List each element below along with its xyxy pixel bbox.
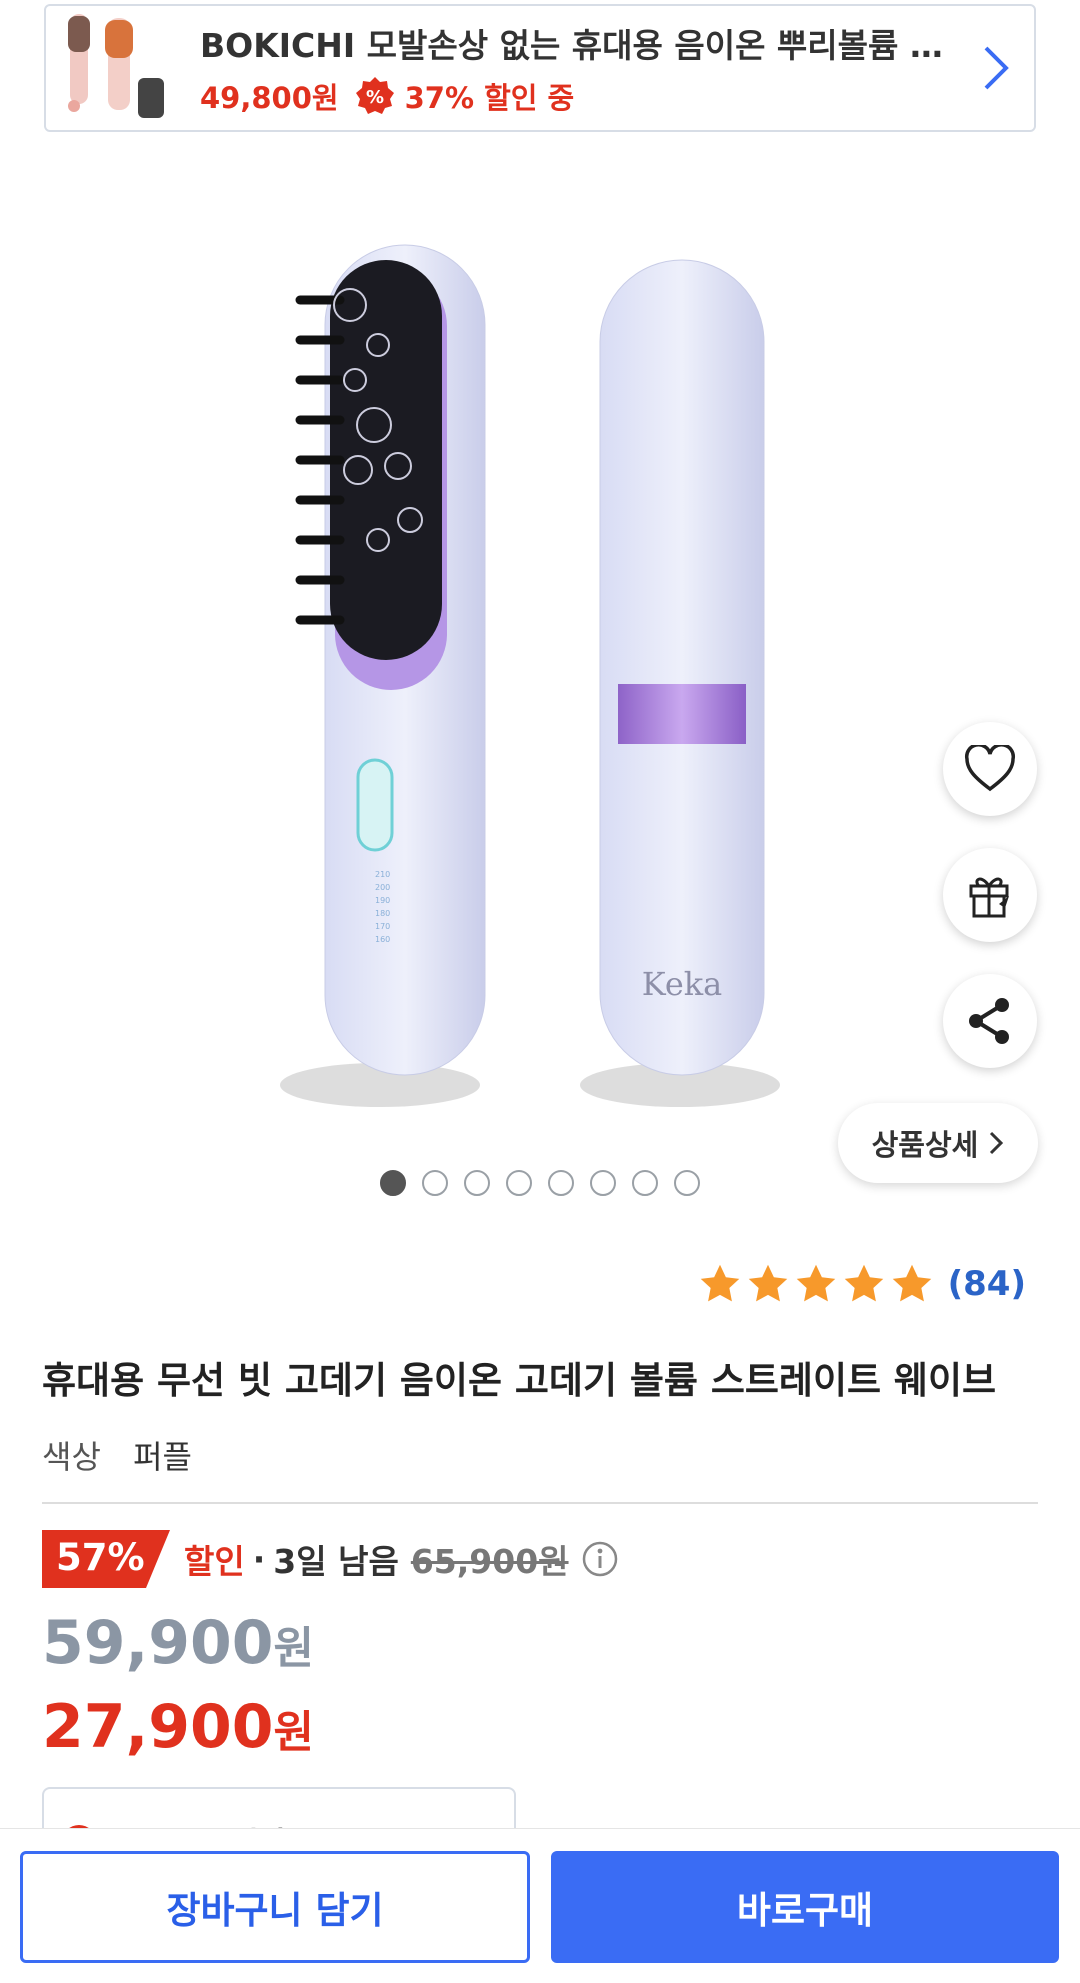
gallery-dot[interactable] (380, 1170, 406, 1196)
separator: · (252, 1539, 266, 1579)
gallery-dot[interactable] (548, 1170, 574, 1196)
gallery-dot[interactable] (422, 1170, 448, 1196)
product-detail-button[interactable]: 상품상세 (838, 1103, 1038, 1183)
list-price: 59,900원 (42, 1608, 314, 1678)
star-icon (700, 1264, 739, 1302)
promo-thumbnail (56, 8, 176, 128)
promo-price: 49,800원 (200, 81, 339, 115)
star-icon (892, 1264, 931, 1302)
gallery-pagination (380, 1170, 700, 1196)
svg-text:%: % (366, 87, 384, 108)
option-label: 색상 (42, 1438, 101, 1476)
temp-label: 210 (375, 870, 390, 879)
discount-label: 할인 (184, 1542, 245, 1581)
gallery-dot[interactable] (590, 1170, 616, 1196)
list-price-number: 59,900 (42, 1608, 274, 1678)
heart-icon (964, 745, 1016, 792)
percent-badge-icon: % (355, 77, 394, 114)
temp-label: 180 (375, 909, 390, 918)
gift-button[interactable] (943, 848, 1037, 942)
promo-discount: 37% 할인 중 (404, 81, 575, 115)
review-count[interactable]: (84) (948, 1264, 1026, 1304)
discount-badge: 57% (42, 1530, 170, 1588)
gallery-dot[interactable] (464, 1170, 490, 1196)
gift-icon (969, 877, 1009, 918)
original-price: 65,900원 (410, 1542, 569, 1581)
brand-text: Keka (642, 965, 722, 1003)
product-title: 휴대용 무선 빗 고데기 음이온 고데기 볼륨 스트레이트 웨이브 (42, 1359, 997, 1402)
wishlist-button[interactable] (943, 722, 1037, 816)
star-icon (748, 1264, 787, 1302)
discount-row: 57% 할인 · 3일 남음 65,900원 (42, 1530, 619, 1588)
gallery-dot[interactable] (506, 1170, 532, 1196)
star-icon (844, 1264, 883, 1302)
sale-price-number: 27,900 (42, 1692, 274, 1762)
time-remaining: 3일 남음 (273, 1542, 399, 1581)
divider (42, 1502, 1038, 1504)
sale-price: 27,900원 (42, 1692, 314, 1762)
star-icon (796, 1264, 835, 1302)
gallery-dot[interactable] (674, 1170, 700, 1196)
option-value: 퍼플 (133, 1438, 192, 1476)
share-button[interactable] (943, 974, 1037, 1068)
temp-label: 160 (375, 935, 390, 944)
product-detail-label: 상품상세 (871, 1128, 979, 1162)
bottom-action-bar: 장바구니 담기 바로구매 (0, 1828, 1080, 1983)
temp-label: 170 (375, 922, 390, 931)
info-icon[interactable] (581, 1540, 619, 1578)
currency-unit: 원 (273, 1707, 315, 1758)
promo-banner[interactable]: BOKICHI 모발손상 없는 휴대용 음이온 뿌리볼륨 무... 49,800… (44, 4, 1036, 132)
product-option: 색상 퍼플 (42, 1432, 192, 1478)
product-image[interactable]: 210 200 190 180 170 160 Keka (280, 240, 800, 1120)
gallery-dot[interactable] (632, 1170, 658, 1196)
promo-title: BOKICHI 모발손상 없는 휴대용 음이온 뿌리볼륨 무... (200, 26, 960, 65)
add-to-cart-button[interactable]: 장바구니 담기 (20, 1851, 530, 1963)
buy-now-button[interactable]: 바로구매 (551, 1851, 1059, 1963)
rating[interactable]: (84) (698, 1262, 1026, 1306)
currency-unit: 원 (273, 1623, 315, 1674)
temp-label: 200 (375, 883, 390, 892)
temp-label: 190 (375, 896, 390, 905)
discount-percent: 57% (56, 1536, 145, 1579)
chevron-right-icon[interactable] (976, 38, 1016, 98)
share-icon (969, 998, 1009, 1044)
chevron-right-icon (990, 1131, 1004, 1155)
